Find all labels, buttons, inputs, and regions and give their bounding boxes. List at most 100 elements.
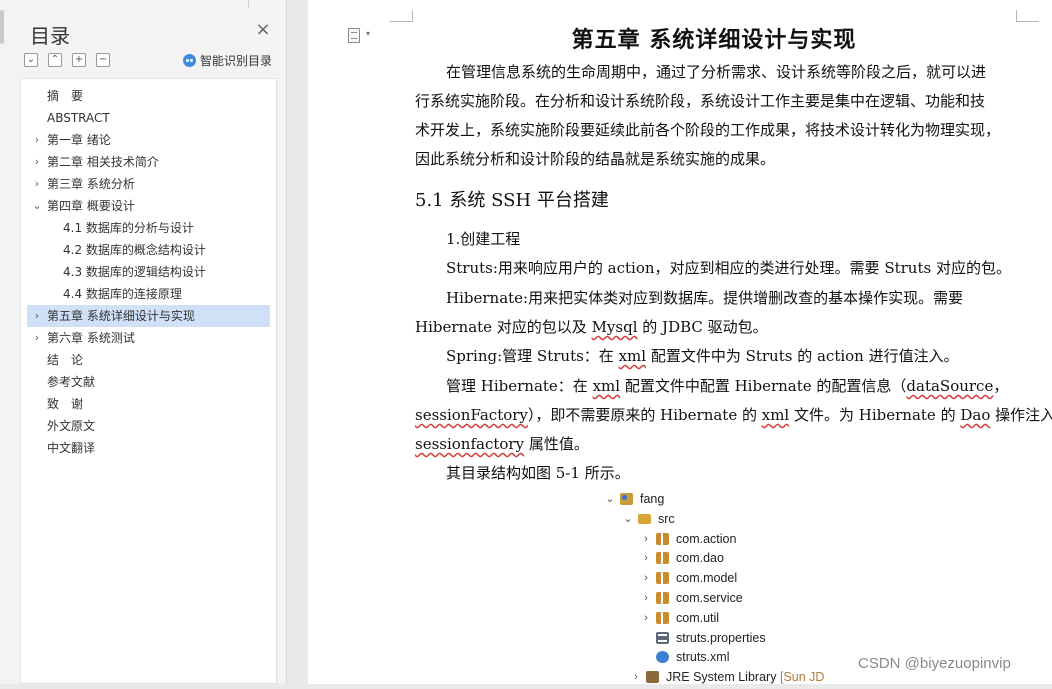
smart-recognize-icon (183, 54, 196, 67)
toc-item[interactable]: › 第三章 系统分析 (27, 173, 270, 195)
toc-item[interactable]: 4.1 数据库的分析与设计 (27, 217, 270, 239)
spellcheck-word[interactable]: xml (762, 406, 789, 424)
paragraph-line: sessionFactory），即不需要原来的 Hibernate 的 xml … (415, 406, 1052, 424)
chevron-down-icon[interactable]: ⌄ (31, 195, 43, 217)
paragraph-line: Struts:用来响应用户的 action，对应到相应的类进行处理。需要 Str… (446, 259, 1011, 277)
chevron-right-icon[interactable]: › (31, 173, 43, 195)
paragraph-line: Hibernate 对应的包以及 Mysql 的 JDBC 驱动包。 (415, 318, 768, 336)
toc-item-label: 结 论 (47, 353, 84, 367)
spellcheck-word[interactable]: xml (593, 377, 620, 395)
section-heading: 5.1 系统 SSH 平台搭建 (415, 190, 609, 211)
spellcheck-word[interactable]: sessionfactory (415, 435, 524, 453)
toc-item[interactable]: 4.2 数据库的概念结构设计 (27, 239, 270, 261)
tree-row-label: src (658, 511, 675, 526)
toc-item-label: 4.2 数据库的概念结构设计 (63, 243, 206, 257)
toc-item-label: 摘 要 (47, 89, 84, 103)
toc-item-label: 4.3 数据库的逻辑结构设计 (63, 265, 206, 279)
chevron-down-icon[interactable]: ▾ (366, 29, 370, 38)
toc-item-label: 第三章 系统分析 (47, 177, 135, 191)
toc-item[interactable]: › 第五章 系统详细设计与实现 (27, 305, 270, 327)
spellcheck-word[interactable]: Mysql (592, 318, 638, 336)
toc-item-label: 中文翻译 (47, 441, 96, 455)
smart-toc-label: 智能识别目录 (200, 54, 273, 68)
chevron-right-icon: › (634, 671, 638, 684)
spellcheck-word[interactable]: dataSource (906, 377, 993, 395)
folder-icon (638, 513, 651, 524)
close-icon[interactable]: × (255, 21, 271, 39)
tree-row-label: com.service (676, 591, 743, 605)
tree-row-label: com.util (676, 610, 720, 625)
toc-item[interactable]: 4.3 数据库的逻辑结构设计 (27, 261, 270, 283)
tab-divider (248, 0, 249, 8)
chevron-down-icon: ⌄ (605, 493, 615, 505)
paragraph-line: sessionfactory 属性值。 (415, 435, 589, 453)
tree-row-label: com.model (676, 571, 738, 586)
toc-item-label: ABSTRACT (47, 111, 110, 125)
tree-row-label: JRE System Library (666, 670, 777, 685)
chevron-right-icon: › (644, 592, 648, 604)
toc-item[interactable]: 结 论 (27, 349, 270, 371)
toc-item[interactable]: › 第二章 相关技术简介 (27, 151, 270, 173)
pkg-icon (656, 552, 669, 565)
tree-row-label: struts.xml (676, 650, 730, 665)
toc-item[interactable]: 外文原文 (27, 415, 270, 437)
paragraph-line: Hibernate:用来把实体类对应到数据库。提供增删改查的基本操作实现。需要 (446, 289, 964, 307)
toc-item[interactable]: › 第六章 系统测试 (27, 327, 270, 349)
smart-toc-button[interactable]: 智能识别目录 (183, 52, 272, 69)
document-page[interactable]: ▾ 第五章 系统详细设计与实现 在管理信息系统的生命周期中，通过了分析需求、设计… (308, 0, 1052, 684)
chevron-down-icon: ⌄ (623, 512, 633, 525)
tree-row-label: struts.properties (676, 630, 766, 645)
paragraph-line: 其目录结构如图 5-1 所示。 (446, 464, 630, 482)
toc-item[interactable]: 中文翻译 (27, 437, 270, 459)
chevron-right-icon[interactable]: › (31, 327, 43, 349)
expand-level-icon[interactable]: ⌃ (48, 53, 62, 67)
toc-item[interactable]: 4.4 数据库的连接原理 (27, 283, 270, 305)
toc-item-label: 致 谢 (47, 397, 84, 411)
chevron-right-icon: › (644, 532, 648, 545)
toc-item-label: 第二章 相关技术简介 (47, 155, 159, 169)
toc-item[interactable]: › 第一章 绪论 (27, 129, 270, 151)
document-icon[interactable] (348, 28, 360, 43)
toc-item[interactable]: ABSTRACT (27, 107, 270, 129)
collapse-all-icon[interactable]: ⌄ (24, 53, 38, 67)
sidebar-scrollbar[interactable] (0, 10, 4, 44)
tree-row-suffix: [Sun JD (780, 670, 825, 685)
paragraph-line: 在管理信息系统的生命周期中，通过了分析需求、设计系统等阶段之后，就可以进 (446, 63, 987, 81)
toc-item-label: 第四章 概要设计 (47, 199, 135, 213)
toc-list: 摘 要 ABSTRACT › 第一章 绪论 › 第二章 相关技术简介 › 第三章 系统分析 ⌄ 第… (20, 78, 277, 684)
toc-item-label: 4.4 数据库的连接原理 (63, 287, 182, 301)
toc-title: 目录 (30, 24, 70, 48)
chevron-right-icon[interactable]: › (31, 129, 43, 151)
tree-row-label: fang (640, 492, 665, 506)
toc-item[interactable]: 摘 要 (27, 85, 270, 107)
lib-icon (646, 671, 659, 684)
spellcheck-word[interactable]: xml (619, 347, 646, 365)
chapter-title: 第五章 系统详细设计与实现 (571, 28, 857, 53)
toc-item-label: 参考文献 (47, 375, 96, 389)
chevron-right-icon: › (644, 572, 648, 585)
chevron-right-icon[interactable]: › (31, 305, 43, 327)
toc-item[interactable]: ⌄ 第四章 概要设计 (27, 195, 270, 217)
spellcheck-word[interactable]: Dao (960, 406, 990, 424)
pkg-icon (656, 611, 669, 624)
toc-item[interactable]: 参考文献 (27, 371, 270, 393)
xml-icon (656, 651, 669, 664)
toc-sidebar: 目录 × ⌄ ⌃ + − 智能识别目录 摘 要 ABSTRACT › 第一章 绪论 › 第… (0, 0, 287, 684)
tree-row-label: com.dao (676, 551, 724, 566)
chevron-right-icon: › (644, 552, 648, 565)
spellcheck-word[interactable]: sessionFactory (415, 406, 528, 424)
remove-icon[interactable]: − (96, 53, 110, 67)
page-corner-mark (1016, 10, 1039, 22)
paragraph-line: 行系统实施阶段。在分析和设计系统阶段，系统设计工作主要是集中在逻辑、功能和技 (415, 92, 986, 110)
chevron-right-icon: › (644, 611, 648, 624)
chevron-right-icon[interactable]: › (31, 151, 43, 173)
toc-toolbar: ⌄ ⌃ + − (24, 53, 110, 67)
paragraph-line: 因此系统分析和设计阶段的结晶就是系统实施的成果。 (415, 150, 776, 168)
paragraph-line: 1.创建工程 (446, 230, 521, 248)
toc-item-label: 第一章 绪论 (47, 133, 111, 147)
toc-item[interactable]: 致 谢 (27, 393, 270, 415)
pkg-icon (656, 532, 669, 545)
toc-item-label: 第五章 系统详细设计与实现 (47, 309, 195, 323)
add-icon[interactable]: + (72, 53, 86, 67)
paragraph-line: Spring:管理 Struts：在 xml 配置文件中为 Struts 的 a… (446, 347, 959, 365)
